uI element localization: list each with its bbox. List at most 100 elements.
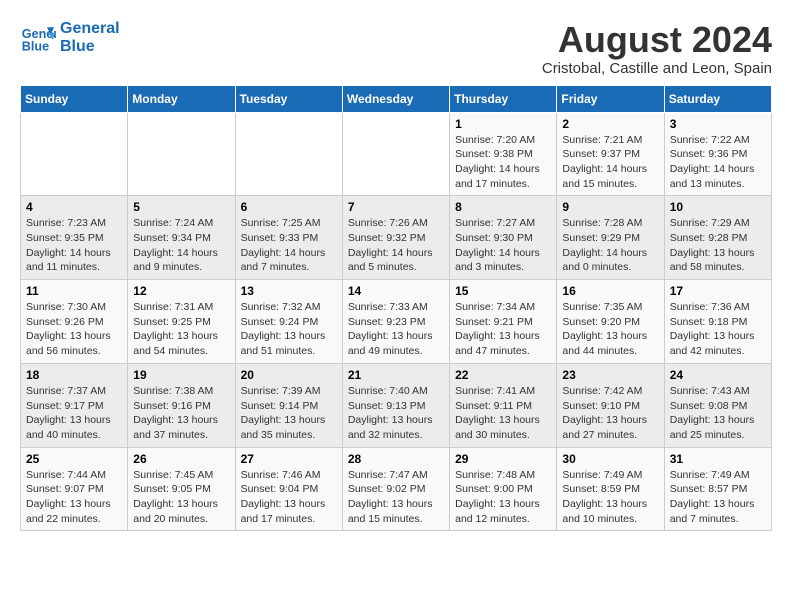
day-number: 9 xyxy=(562,200,658,214)
day-info: Sunrise: 7:26 AM Sunset: 9:32 PM Dayligh… xyxy=(348,216,444,275)
day-number: 14 xyxy=(348,284,444,298)
day-number: 5 xyxy=(133,200,229,214)
day-number: 7 xyxy=(348,200,444,214)
calendar-table: SundayMondayTuesdayWednesdayThursdayFrid… xyxy=(20,85,772,532)
logo-line1: General xyxy=(60,20,120,38)
day-number: 28 xyxy=(348,452,444,466)
calendar-cell: 5 Sunrise: 7:24 AM Sunset: 9:34 PM Daylig… xyxy=(128,196,235,280)
day-number: 25 xyxy=(26,452,122,466)
day-info: Sunrise: 7:49 AM Sunset: 8:59 PM Dayligh… xyxy=(562,468,658,527)
day-info: Sunrise: 7:23 AM Sunset: 9:35 PM Dayligh… xyxy=(26,216,122,275)
day-info: Sunrise: 7:27 AM Sunset: 9:30 PM Dayligh… xyxy=(455,216,551,275)
calendar-cell xyxy=(21,112,128,196)
day-number: 31 xyxy=(670,452,766,466)
day-number: 4 xyxy=(26,200,122,214)
calendar-cell: 15 Sunrise: 7:34 AM Sunset: 9:21 PM Dayli… xyxy=(450,280,557,364)
weekday-header-row: SundayMondayTuesdayWednesdayThursdayFrid… xyxy=(21,85,772,112)
logo-icon: General Blue xyxy=(20,20,56,56)
calendar-cell: 13Sunrise: 7:32 AM Sunset: 9:24 PM Dayli… xyxy=(235,280,342,364)
day-info: Sunrise: 7:47 AM Sunset: 9:02 PM Dayligh… xyxy=(348,468,444,527)
day-number: 26 xyxy=(133,452,229,466)
day-info: Sunrise: 7:25 AM Sunset: 9:33 PM Dayligh… xyxy=(241,216,337,275)
weekday-header: Sunday xyxy=(21,85,128,112)
day-info: Sunrise: 7:22 AM Sunset: 9:36 PM Dayligh… xyxy=(670,133,766,192)
day-info: Sunrise: 7:34 AM Sunset: 9:21 PM Dayligh… xyxy=(455,300,551,359)
calendar-cell: 6Sunrise: 7:25 AM Sunset: 9:33 PM Daylig… xyxy=(235,196,342,280)
day-info: Sunrise: 7:43 AM Sunset: 9:08 PM Dayligh… xyxy=(670,384,766,443)
day-number: 21 xyxy=(348,368,444,382)
day-info: Sunrise: 7:24 AM Sunset: 9:34 PM Dayligh… xyxy=(133,216,229,275)
calendar-cell: 16 Sunrise: 7:35 AM Sunset: 9:20 PM Dayli… xyxy=(557,280,664,364)
calendar-cell xyxy=(128,112,235,196)
calendar-cell: 2 Sunrise: 7:21 AM Sunset: 9:37 PM Daylig… xyxy=(557,112,664,196)
day-number: 3 xyxy=(670,117,766,131)
day-number: 15 xyxy=(455,284,551,298)
day-number: 2 xyxy=(562,117,658,131)
calendar-cell xyxy=(342,112,449,196)
day-number: 12 xyxy=(133,284,229,298)
day-number: 29 xyxy=(455,452,551,466)
logo-line2: Blue xyxy=(60,38,120,56)
calendar-cell: 17Sunrise: 7:36 AM Sunset: 9:18 PM Dayli… xyxy=(664,280,771,364)
calendar-week-row: 4 Sunrise: 7:23 AM Sunset: 9:35 PM Daylig… xyxy=(21,196,772,280)
svg-text:Blue: Blue xyxy=(22,40,49,54)
calendar-cell: 21 Sunrise: 7:40 AM Sunset: 9:13 PM Dayli… xyxy=(342,363,449,447)
page-header: General Blue General Blue August 2024 Cr… xyxy=(20,20,772,77)
day-number: 30 xyxy=(562,452,658,466)
calendar-cell: 30 Sunrise: 7:49 AM Sunset: 8:59 PM Dayli… xyxy=(557,447,664,531)
calendar-cell: 23 Sunrise: 7:42 AM Sunset: 9:10 PM Dayli… xyxy=(557,363,664,447)
calendar-cell: 12Sunrise: 7:31 AM Sunset: 9:25 PM Dayli… xyxy=(128,280,235,364)
day-number: 19 xyxy=(133,368,229,382)
calendar-cell: 26 Sunrise: 7:45 AM Sunset: 9:05 PM Dayli… xyxy=(128,447,235,531)
calendar-cell: 14 Sunrise: 7:33 AM Sunset: 9:23 PM Dayli… xyxy=(342,280,449,364)
calendar-cell: 9 Sunrise: 7:28 AM Sunset: 9:29 PM Daylig… xyxy=(557,196,664,280)
day-info: Sunrise: 7:49 AM Sunset: 8:57 PM Dayligh… xyxy=(670,468,766,527)
day-info: Sunrise: 7:35 AM Sunset: 9:20 PM Dayligh… xyxy=(562,300,658,359)
day-number: 23 xyxy=(562,368,658,382)
day-number: 16 xyxy=(562,284,658,298)
day-info: Sunrise: 7:48 AM Sunset: 9:00 PM Dayligh… xyxy=(455,468,551,527)
day-info: Sunrise: 7:44 AM Sunset: 9:07 PM Dayligh… xyxy=(26,468,122,527)
title-block: August 2024 Cristobal, Castille and Leon… xyxy=(542,20,772,77)
location: Cristobal, Castille and Leon, Spain xyxy=(542,60,772,77)
day-info: Sunrise: 7:42 AM Sunset: 9:10 PM Dayligh… xyxy=(562,384,658,443)
day-info: Sunrise: 7:45 AM Sunset: 9:05 PM Dayligh… xyxy=(133,468,229,527)
day-info: Sunrise: 7:38 AM Sunset: 9:16 PM Dayligh… xyxy=(133,384,229,443)
month-title: August 2024 xyxy=(542,20,772,60)
day-info: Sunrise: 7:21 AM Sunset: 9:37 PM Dayligh… xyxy=(562,133,658,192)
day-info: Sunrise: 7:28 AM Sunset: 9:29 PM Dayligh… xyxy=(562,216,658,275)
day-info: Sunrise: 7:37 AM Sunset: 9:17 PM Dayligh… xyxy=(26,384,122,443)
calendar-cell: 31 Sunrise: 7:49 AM Sunset: 8:57 PM Dayli… xyxy=(664,447,771,531)
calendar-cell: 11Sunrise: 7:30 AM Sunset: 9:26 PM Dayli… xyxy=(21,280,128,364)
day-info: Sunrise: 7:29 AM Sunset: 9:28 PM Dayligh… xyxy=(670,216,766,275)
day-info: Sunrise: 7:33 AM Sunset: 9:23 PM Dayligh… xyxy=(348,300,444,359)
calendar-cell: 18 Sunrise: 7:37 AM Sunset: 9:17 PM Dayli… xyxy=(21,363,128,447)
day-number: 27 xyxy=(241,452,337,466)
calendar-cell: 29 Sunrise: 7:48 AM Sunset: 9:00 PM Dayli… xyxy=(450,447,557,531)
day-number: 17 xyxy=(670,284,766,298)
day-info: Sunrise: 7:40 AM Sunset: 9:13 PM Dayligh… xyxy=(348,384,444,443)
calendar-cell: 22Sunrise: 7:41 AM Sunset: 9:11 PM Dayli… xyxy=(450,363,557,447)
calendar-cell: 8Sunrise: 7:27 AM Sunset: 9:30 PM Daylig… xyxy=(450,196,557,280)
day-number: 1 xyxy=(455,117,551,131)
calendar-cell: 10 Sunrise: 7:29 AM Sunset: 9:28 PM Dayli… xyxy=(664,196,771,280)
calendar-cell: 1 Sunrise: 7:20 AM Sunset: 9:38 PM Daylig… xyxy=(450,112,557,196)
day-number: 10 xyxy=(670,200,766,214)
day-number: 11 xyxy=(26,284,122,298)
calendar-week-row: 1 Sunrise: 7:20 AM Sunset: 9:38 PM Daylig… xyxy=(21,112,772,196)
calendar-cell xyxy=(235,112,342,196)
calendar-cell: 4 Sunrise: 7:23 AM Sunset: 9:35 PM Daylig… xyxy=(21,196,128,280)
weekday-header: Tuesday xyxy=(235,85,342,112)
day-info: Sunrise: 7:20 AM Sunset: 9:38 PM Dayligh… xyxy=(455,133,551,192)
weekday-header: Friday xyxy=(557,85,664,112)
day-info: Sunrise: 7:46 AM Sunset: 9:04 PM Dayligh… xyxy=(241,468,337,527)
day-number: 13 xyxy=(241,284,337,298)
calendar-week-row: 25 Sunrise: 7:44 AM Sunset: 9:07 PM Dayli… xyxy=(21,447,772,531)
logo: General Blue General Blue xyxy=(20,20,120,56)
day-number: 18 xyxy=(26,368,122,382)
weekday-header: Saturday xyxy=(664,85,771,112)
calendar-cell: 27 Sunrise: 7:46 AM Sunset: 9:04 PM Dayli… xyxy=(235,447,342,531)
calendar-cell: 7 Sunrise: 7:26 AM Sunset: 9:32 PM Daylig… xyxy=(342,196,449,280)
calendar-cell: 28 Sunrise: 7:47 AM Sunset: 9:02 PM Dayli… xyxy=(342,447,449,531)
weekday-header: Thursday xyxy=(450,85,557,112)
